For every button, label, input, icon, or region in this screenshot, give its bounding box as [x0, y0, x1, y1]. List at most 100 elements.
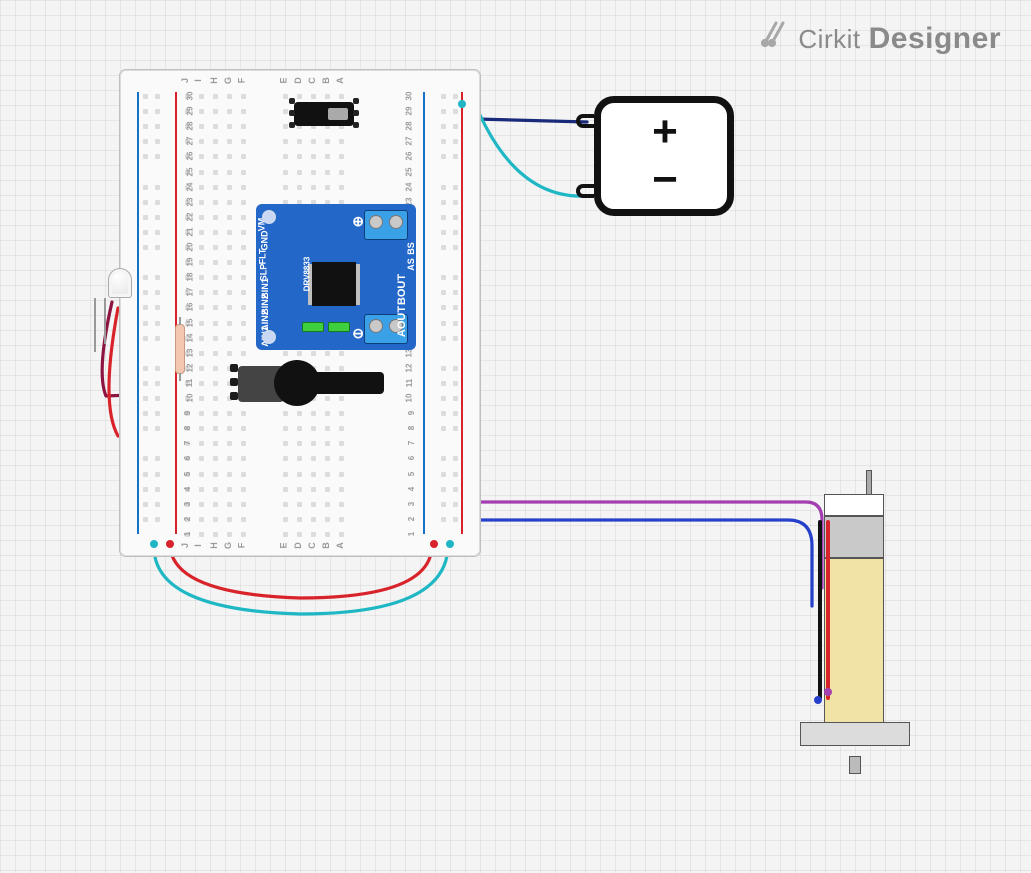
bb-row-num: 5 [184, 471, 192, 475]
bb-col-letter: C [308, 77, 317, 84]
bb-row-num: 10 [406, 394, 414, 403]
bb-row-num: 30 [186, 92, 194, 101]
bb-col-letter: A [336, 542, 345, 549]
bb-row-num: 11 [406, 379, 414, 387]
bb-col-letter: D [294, 77, 303, 84]
bb-row-num: 10 [186, 394, 194, 403]
bb-row-num: 11 [186, 379, 194, 387]
bb-col-letter: E [280, 542, 289, 548]
bb-row-num: 2 [408, 517, 416, 521]
resistor[interactable] [175, 324, 185, 374]
rail-node-teal-l [150, 540, 158, 548]
bb-row-num: 29 [186, 107, 194, 116]
bb-row-num: 15 [186, 318, 194, 327]
bb-row-num: 9 [408, 411, 416, 415]
bb-row-num: 17 [186, 288, 194, 297]
battery-terminal-neg [576, 184, 594, 198]
bb-col-letter: I [194, 544, 203, 547]
drv-pin-as: AS [407, 258, 416, 271]
bb-row-num: 12 [186, 363, 194, 372]
bb-row-num: 12 [406, 363, 414, 372]
drv-pin-flt: FLT [258, 249, 267, 265]
bb-row-num: 1 [184, 532, 192, 536]
bb-row-num: 1 [408, 532, 416, 536]
bb-col-letter: F [237, 78, 246, 84]
bb-row-num: 28 [186, 122, 194, 131]
bb-row-num: 25 [406, 167, 414, 176]
motor-lead-black [818, 520, 822, 700]
bb-row-num: 18 [186, 273, 194, 282]
drv-pin-aout: AOUT [397, 306, 408, 337]
drv8833-chip [312, 262, 356, 306]
bb-row-num: 4 [408, 486, 416, 490]
bb-row-num: 27 [186, 137, 194, 146]
bb-row-num: 2 [184, 517, 192, 521]
bb-row-num: 25 [186, 167, 194, 176]
bb-col-letter: J [181, 543, 190, 548]
drv-pin-bout: BOUT [397, 274, 408, 305]
bb-row-num: 6 [184, 456, 192, 460]
slide-switch[interactable] [292, 94, 356, 134]
bb-row-num: 13 [186, 348, 194, 357]
drv8833-driver-board[interactable]: /* decorative only */ VM GND FLT SLP BIN… [256, 204, 416, 350]
bb-row-num: 27 [406, 137, 414, 146]
bb-col-letter: C [308, 542, 317, 549]
bb-col-letter: J [181, 78, 190, 83]
term-plus: ⊕ [352, 214, 364, 228]
bb-col-letter: A [336, 77, 345, 84]
motor-lead-red [826, 520, 830, 700]
bb-row-num: 30 [406, 92, 414, 101]
bb-row-num: 24 [406, 182, 414, 191]
bb-col-letter: B [322, 542, 331, 549]
bb-row-num: 20 [186, 243, 194, 252]
bb-row-num: 24 [186, 182, 194, 191]
battery-plus-icon: + [652, 110, 678, 154]
bb-row-num: 7 [408, 441, 416, 445]
battery-terminal-pos [576, 114, 594, 128]
bb-col-letter: F [237, 543, 246, 549]
rail-node-teal [458, 100, 466, 108]
vm-terminal-block [364, 210, 408, 240]
bb-row-num: 6 [408, 456, 416, 460]
bb-col-letter: H [210, 77, 219, 84]
bb-row-num: 16 [186, 303, 194, 312]
bb-col-letter: H [210, 542, 219, 549]
gear-motor[interactable] [794, 486, 914, 764]
bb-row-num: 8 [184, 426, 192, 430]
bb-col-letter: G [224, 542, 233, 549]
led-cathode-leg [104, 298, 106, 344]
battery-minus-icon: − [652, 158, 678, 202]
rail-node-red-l [166, 540, 174, 548]
term-minus: ⊖ [352, 326, 364, 340]
bb-row-num: 29 [406, 107, 414, 116]
bb-row-num: 26 [186, 152, 194, 161]
bb-row-num: 8 [408, 426, 416, 430]
bb-col-letter: G [224, 77, 233, 84]
bb-col-letter: I [194, 79, 203, 82]
bb-row-num: 3 [184, 502, 192, 506]
bb-col-letter: E [280, 77, 289, 83]
bb-row-num: 21 [186, 227, 194, 236]
drv-chip-label: DRV8833 [303, 257, 311, 292]
led[interactable] [88, 268, 132, 358]
bb-row-num: 4 [184, 486, 192, 490]
bb-row-num: 26 [406, 152, 414, 161]
bb-col-letter: D [294, 542, 303, 549]
bb-row-num: 22 [186, 212, 194, 221]
led-bulb [108, 268, 132, 298]
bb-row-num: 14 [186, 333, 194, 342]
bus-rail-vcc-right [461, 92, 463, 534]
bb-row-num: 9 [184, 411, 192, 415]
led-anode-leg [94, 298, 96, 352]
drv-pin-bs: BS [407, 242, 416, 255]
bb-row-num: 19 [186, 258, 194, 267]
bb-row-num: 5 [408, 471, 416, 475]
bb-row-num: 7 [184, 441, 192, 445]
bb-row-num: 28 [406, 122, 414, 131]
bb-row-num: 23 [186, 197, 194, 206]
battery[interactable]: + − [594, 96, 736, 216]
bus-rail-gnd-left [137, 92, 139, 534]
potentiometer[interactable] [238, 360, 386, 406]
bb-col-letter: B [322, 77, 331, 84]
rail-node-teal-b [446, 540, 454, 548]
